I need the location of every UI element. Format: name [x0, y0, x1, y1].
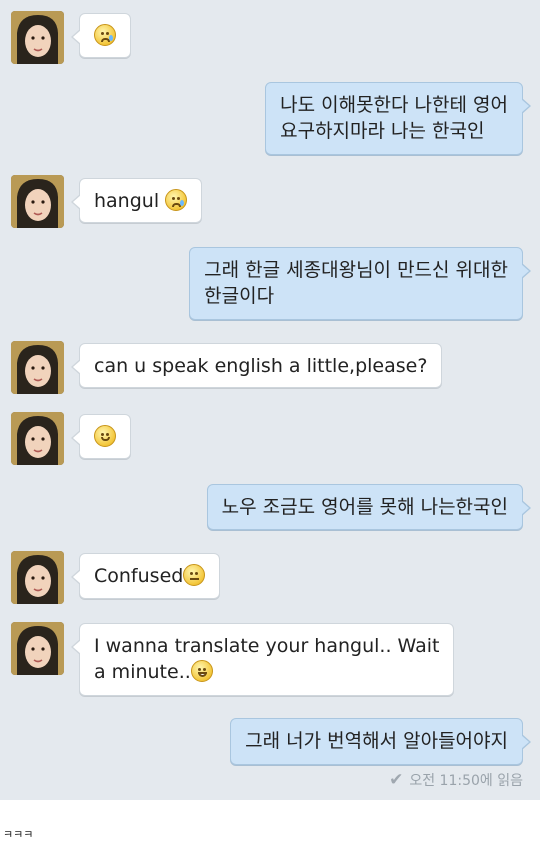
message-text-line: 노우 조금도 영어를 못해 나는한국인 [221, 496, 508, 518]
chat-view[interactable]: 나도 이해못한다 나한테 영어 요구하지마라 나는 한국인 hangul 그래 … [0, 0, 540, 800]
message-bubble-incoming[interactable]: Confused [70, 553, 221, 599]
message-bubble-incoming[interactable] [71, 414, 131, 459]
confused-emoji-icon [183, 564, 206, 586]
message-text-line: 그래 한글 세종대왕님이 만드신 위대한 [204, 259, 508, 281]
message-text-line: I wanna translate your hangul.. Wait [94, 635, 440, 657]
grin-emoji-icon [190, 660, 213, 682]
message-bubble-outgoing[interactable]: 그래 한글 세종대왕님이 만드신 위대한 한글이다 [189, 247, 531, 320]
message-text: can u speak english a little,please? [94, 355, 428, 377]
message-text-line: 요구하지마라 나는 한국인 [280, 120, 485, 142]
sad-tear-emoji-icon [94, 24, 116, 46]
check-icon: ✔ [389, 770, 404, 790]
message-bubble-incoming[interactable]: hangul [70, 178, 203, 223]
avatar[interactable] [11, 11, 64, 64]
avatar[interactable] [11, 551, 64, 604]
message-bubble-incoming[interactable] [71, 13, 131, 58]
message-bubble-incoming[interactable]: can u speak english a little,please? [70, 343, 443, 388]
avatar[interactable] [11, 341, 64, 394]
read-receipt-text: 오전 11:50에 읽음 [409, 773, 523, 789]
avatar[interactable] [11, 622, 64, 675]
sad-tear-emoji-icon [165, 189, 188, 211]
message-text-line: 나도 이해못한다 나한테 영어 [280, 94, 508, 116]
message-text-line: 한글이다 [204, 285, 275, 307]
message-bubble-outgoing[interactable]: 그래 너가 번역해서 알아들어야지 [230, 718, 531, 765]
caption-text: ㅋㅋㅋ [3, 828, 34, 841]
message-text: Confused [94, 565, 184, 587]
avatar[interactable] [11, 175, 64, 228]
message-bubble-outgoing[interactable]: 나도 이해못한다 나한테 영어 요구하지마라 나는 한국인 [265, 82, 531, 155]
message-text-line: 그래 너가 번역해서 알아들어야지 [245, 730, 508, 752]
message-text: hangul [94, 190, 166, 212]
avatar[interactable] [11, 412, 64, 465]
read-receipt: ✔ 오전 11:50에 읽음 [389, 770, 523, 790]
message-bubble-outgoing[interactable]: 노우 조금도 영어를 못해 나는한국인 [206, 484, 532, 530]
message-text-line: a minute.. [94, 661, 191, 683]
smile-emoji-icon [94, 425, 116, 447]
message-bubble-incoming[interactable]: I wanna translate your hangul.. Wait a m… [70, 623, 455, 696]
